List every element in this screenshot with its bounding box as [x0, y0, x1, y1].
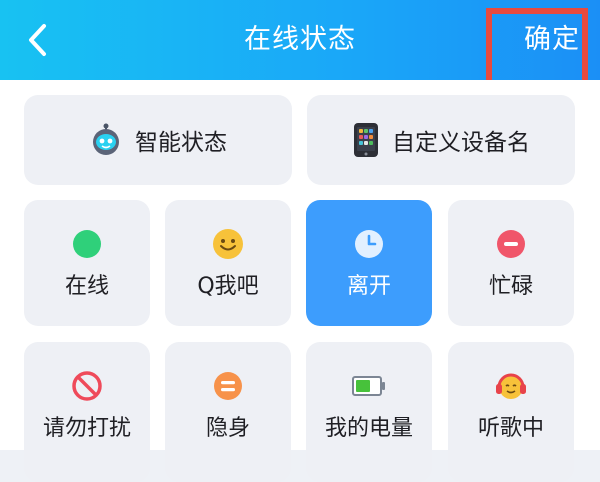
status-battery-label: 我的电量	[324, 416, 413, 441]
custom-device-name-button[interactable]: 自定义设备名	[307, 95, 575, 185]
status-do-not-disturb-label: 请勿打扰	[42, 416, 131, 441]
status-do-not-disturb-button[interactable]: 请勿打扰	[24, 342, 150, 482]
status-panel: 智能状态 自定义设备名 在线 Q我吧 离开 忙碌 请勿打扰 隐身 我的电量 听歌…	[0, 80, 600, 482]
status-invisible-label: 隐身	[205, 416, 250, 441]
phone-icon	[354, 123, 378, 157]
smile-icon	[213, 229, 243, 259]
minus-circle-icon	[497, 230, 525, 258]
custom-device-name-label: 自定义设备名	[392, 130, 530, 156]
status-busy-button[interactable]: 忙碌	[448, 200, 574, 326]
status-online-button[interactable]: 在线	[24, 200, 150, 326]
battery-icon	[352, 376, 385, 396]
headphones-emoji-icon	[496, 373, 526, 399]
status-q-me-button[interactable]: Q我吧	[165, 200, 291, 326]
status-online-label: 在线	[64, 274, 109, 299]
status-q-me-label: Q我吧	[197, 274, 259, 299]
equals-circle-icon	[214, 372, 242, 400]
status-invisible-button[interactable]: 隐身	[165, 342, 291, 482]
status-away-label: 离开	[346, 274, 391, 299]
status-battery-button[interactable]: 我的电量	[306, 342, 432, 482]
status-listening-music-label: 听歌中	[477, 416, 544, 441]
smart-status-button[interactable]: 智能状态	[24, 95, 292, 185]
robot-icon	[93, 123, 119, 155]
status-busy-label: 忙碌	[488, 274, 533, 299]
status-listening-music-button[interactable]: 听歌中	[448, 342, 574, 482]
prohibit-icon	[72, 371, 102, 401]
status-away-button[interactable]: 离开	[306, 200, 432, 326]
green-dot-icon	[73, 230, 101, 258]
clock-icon	[355, 230, 383, 258]
smart-status-label: 智能状态	[135, 130, 227, 156]
